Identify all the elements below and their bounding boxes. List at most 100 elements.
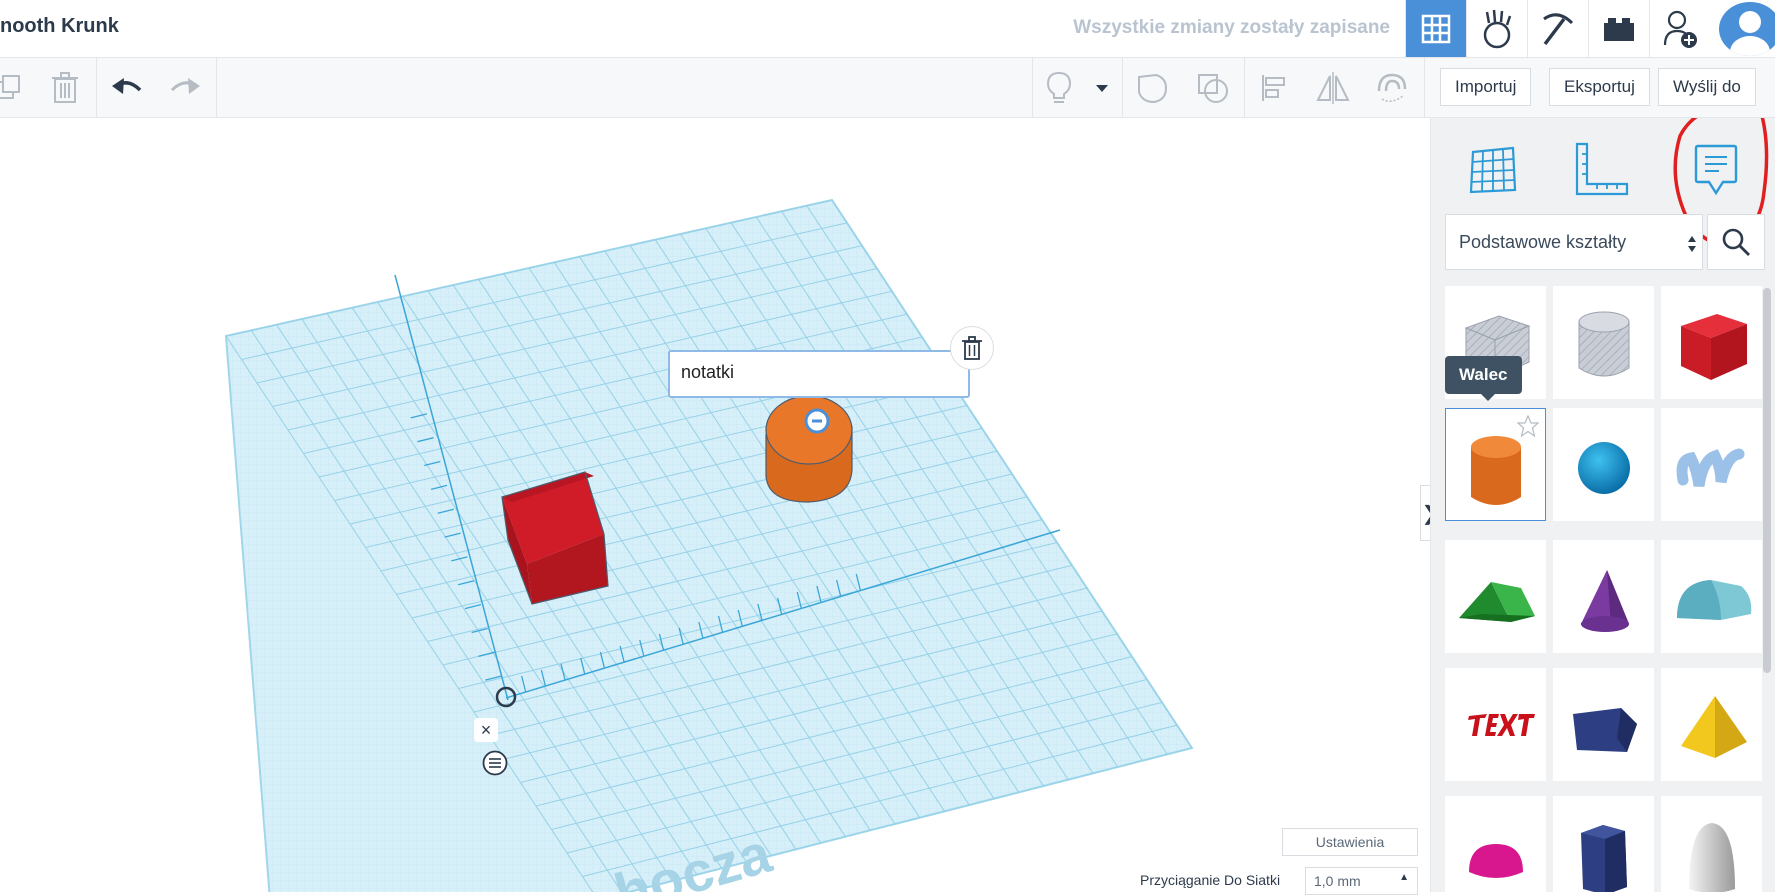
workplane-scene: hocza <box>224 198 1194 892</box>
avatar-icon <box>1730 11 1770 56</box>
duplicate-button[interactable] <box>0 68 30 108</box>
search-icon <box>1722 228 1750 256</box>
orange-cylinder[interactable] <box>765 395 853 503</box>
tab-ruler[interactable] <box>1561 130 1641 210</box>
cylinder-hole-icon <box>1578 311 1629 376</box>
shapes-panel: Podstawowe kształty Walec <box>1430 118 1775 892</box>
add-user-icon <box>1663 10 1697 48</box>
pyramid-icon <box>1680 695 1747 758</box>
select-arrows-icon <box>1688 236 1696 252</box>
shape-sphere[interactable] <box>1553 408 1654 521</box>
edit-toolbar: Importuj Eksportuj Wyślij do <box>0 58 1775 118</box>
save-status: Wszystkie zmiany zostały zapisane <box>1073 17 1390 38</box>
polygon-icon <box>1580 824 1627 892</box>
shape-round-roof[interactable] <box>1661 540 1762 653</box>
text-shape-icon <box>1467 713 1535 736</box>
shape-text[interactable] <box>1445 668 1546 781</box>
shape-box[interactable] <box>1661 286 1762 399</box>
tinkercad-hand-icon <box>1483 9 1512 48</box>
scribble-icon <box>1676 448 1744 487</box>
redo-icon <box>170 78 200 94</box>
shape-paraboloid[interactable] <box>1661 796 1762 892</box>
tab-workplane[interactable] <box>1453 130 1533 210</box>
magnet-icon <box>1377 73 1407 102</box>
lightbulb-icon <box>1046 71 1072 103</box>
tinker-button[interactable] <box>1466 0 1527 57</box>
align-icon <box>1262 75 1285 101</box>
cone-icon <box>1580 569 1629 632</box>
pickaxe-icon <box>1543 12 1574 45</box>
ungroup-icon <box>1198 74 1228 103</box>
ruler-icon <box>1575 142 1629 196</box>
align-button[interactable] <box>1254 68 1296 108</box>
shape-cylinder[interactable] <box>1445 408 1546 521</box>
round-roof-icon <box>1676 579 1751 620</box>
sphere-icon <box>1577 441 1630 494</box>
toolbar-divider <box>1424 58 1425 117</box>
cruise-button[interactable] <box>1370 68 1412 108</box>
workplane-grid-icon <box>1469 146 1517 194</box>
send-to-button[interactable]: Wyślij do <box>1658 68 1756 106</box>
group-icon <box>1138 73 1168 104</box>
ungroup-button[interactable] <box>1192 68 1234 108</box>
shape-half-sphere[interactable] <box>1445 796 1546 892</box>
prism-icon <box>1572 707 1637 752</box>
note-delete-button[interactable] <box>950 326 994 370</box>
notes-list-button[interactable] <box>482 750 508 776</box>
trash-icon <box>962 336 982 360</box>
close-icon: × <box>480 719 492 740</box>
close-note-button[interactable]: × <box>474 718 498 742</box>
mirror-button[interactable] <box>1312 68 1354 108</box>
notes-list-icon <box>482 750 508 776</box>
snap-grid-value: 1,0 mm <box>1314 873 1361 889</box>
light-button[interactable] <box>1038 68 1080 108</box>
import-button[interactable]: Importuj <box>1440 68 1532 106</box>
shape-scribble[interactable] <box>1661 408 1762 521</box>
chevron-down-icon <box>1096 85 1108 92</box>
project-title[interactable]: nooth Krunk <box>0 15 119 38</box>
duplicate-icon <box>0 75 20 99</box>
group-button[interactable] <box>1132 68 1174 108</box>
undo-icon <box>112 78 142 94</box>
shape-category-value: Podstawowe kształty <box>1459 231 1627 252</box>
shape-cone[interactable] <box>1553 540 1654 653</box>
snap-grid-select[interactable]: 1,0 mm ▲ <box>1305 867 1418 895</box>
undo-button[interactable] <box>106 68 148 108</box>
trash-icon <box>52 72 78 103</box>
workplane-viewport[interactable]: hocza <box>0 118 1430 892</box>
shape-tooltip: Walec <box>1445 356 1522 401</box>
shape-cylinder-hole[interactable] <box>1553 286 1654 399</box>
roof-icon <box>1458 581 1535 622</box>
export-button[interactable]: Eksportuj <box>1549 68 1650 106</box>
shape-prism[interactable] <box>1553 668 1654 781</box>
avatar[interactable] <box>1719 2 1775 56</box>
shape-polygon[interactable] <box>1553 796 1654 892</box>
shape-pyramid[interactable] <box>1661 668 1762 781</box>
note-textbox[interactable]: notatki <box>668 350 970 398</box>
settings-button[interactable]: Ustawienia <box>1282 828 1418 856</box>
shapes-scrollbar[interactable] <box>1763 288 1771 673</box>
delete-button[interactable] <box>44 68 86 108</box>
star-icon[interactable] <box>1517 415 1539 437</box>
light-dropdown-button[interactable] <box>1082 68 1122 108</box>
shape-roof[interactable] <box>1445 540 1546 653</box>
bricks-icon <box>1604 17 1634 41</box>
pickaxe-button[interactable] <box>1527 0 1588 57</box>
bricks-button[interactable] <box>1588 0 1649 57</box>
box-icon <box>1680 313 1747 380</box>
toolbar-divider <box>96 58 97 117</box>
toolbar-divider <box>1244 58 1245 117</box>
shape-search-button[interactable] <box>1707 214 1765 270</box>
shape-category-select[interactable]: Podstawowe kształty <box>1445 214 1703 270</box>
grid-view-button[interactable] <box>1405 0 1466 57</box>
grid-view-icon <box>1421 14 1451 43</box>
paraboloid-icon <box>1688 822 1735 892</box>
half-sphere-icon <box>1468 843 1523 878</box>
toolbar-divider <box>1122 58 1123 117</box>
redo-button[interactable] <box>164 68 206 108</box>
add-user-button[interactable] <box>1649 0 1710 57</box>
mirror-icon <box>1316 72 1350 104</box>
toolbar-divider <box>216 58 217 117</box>
top-bar: nooth Krunk Wszystkie zmiany zostały zap… <box>0 0 1775 58</box>
chevron-up-icon: ▲ <box>1399 872 1409 883</box>
